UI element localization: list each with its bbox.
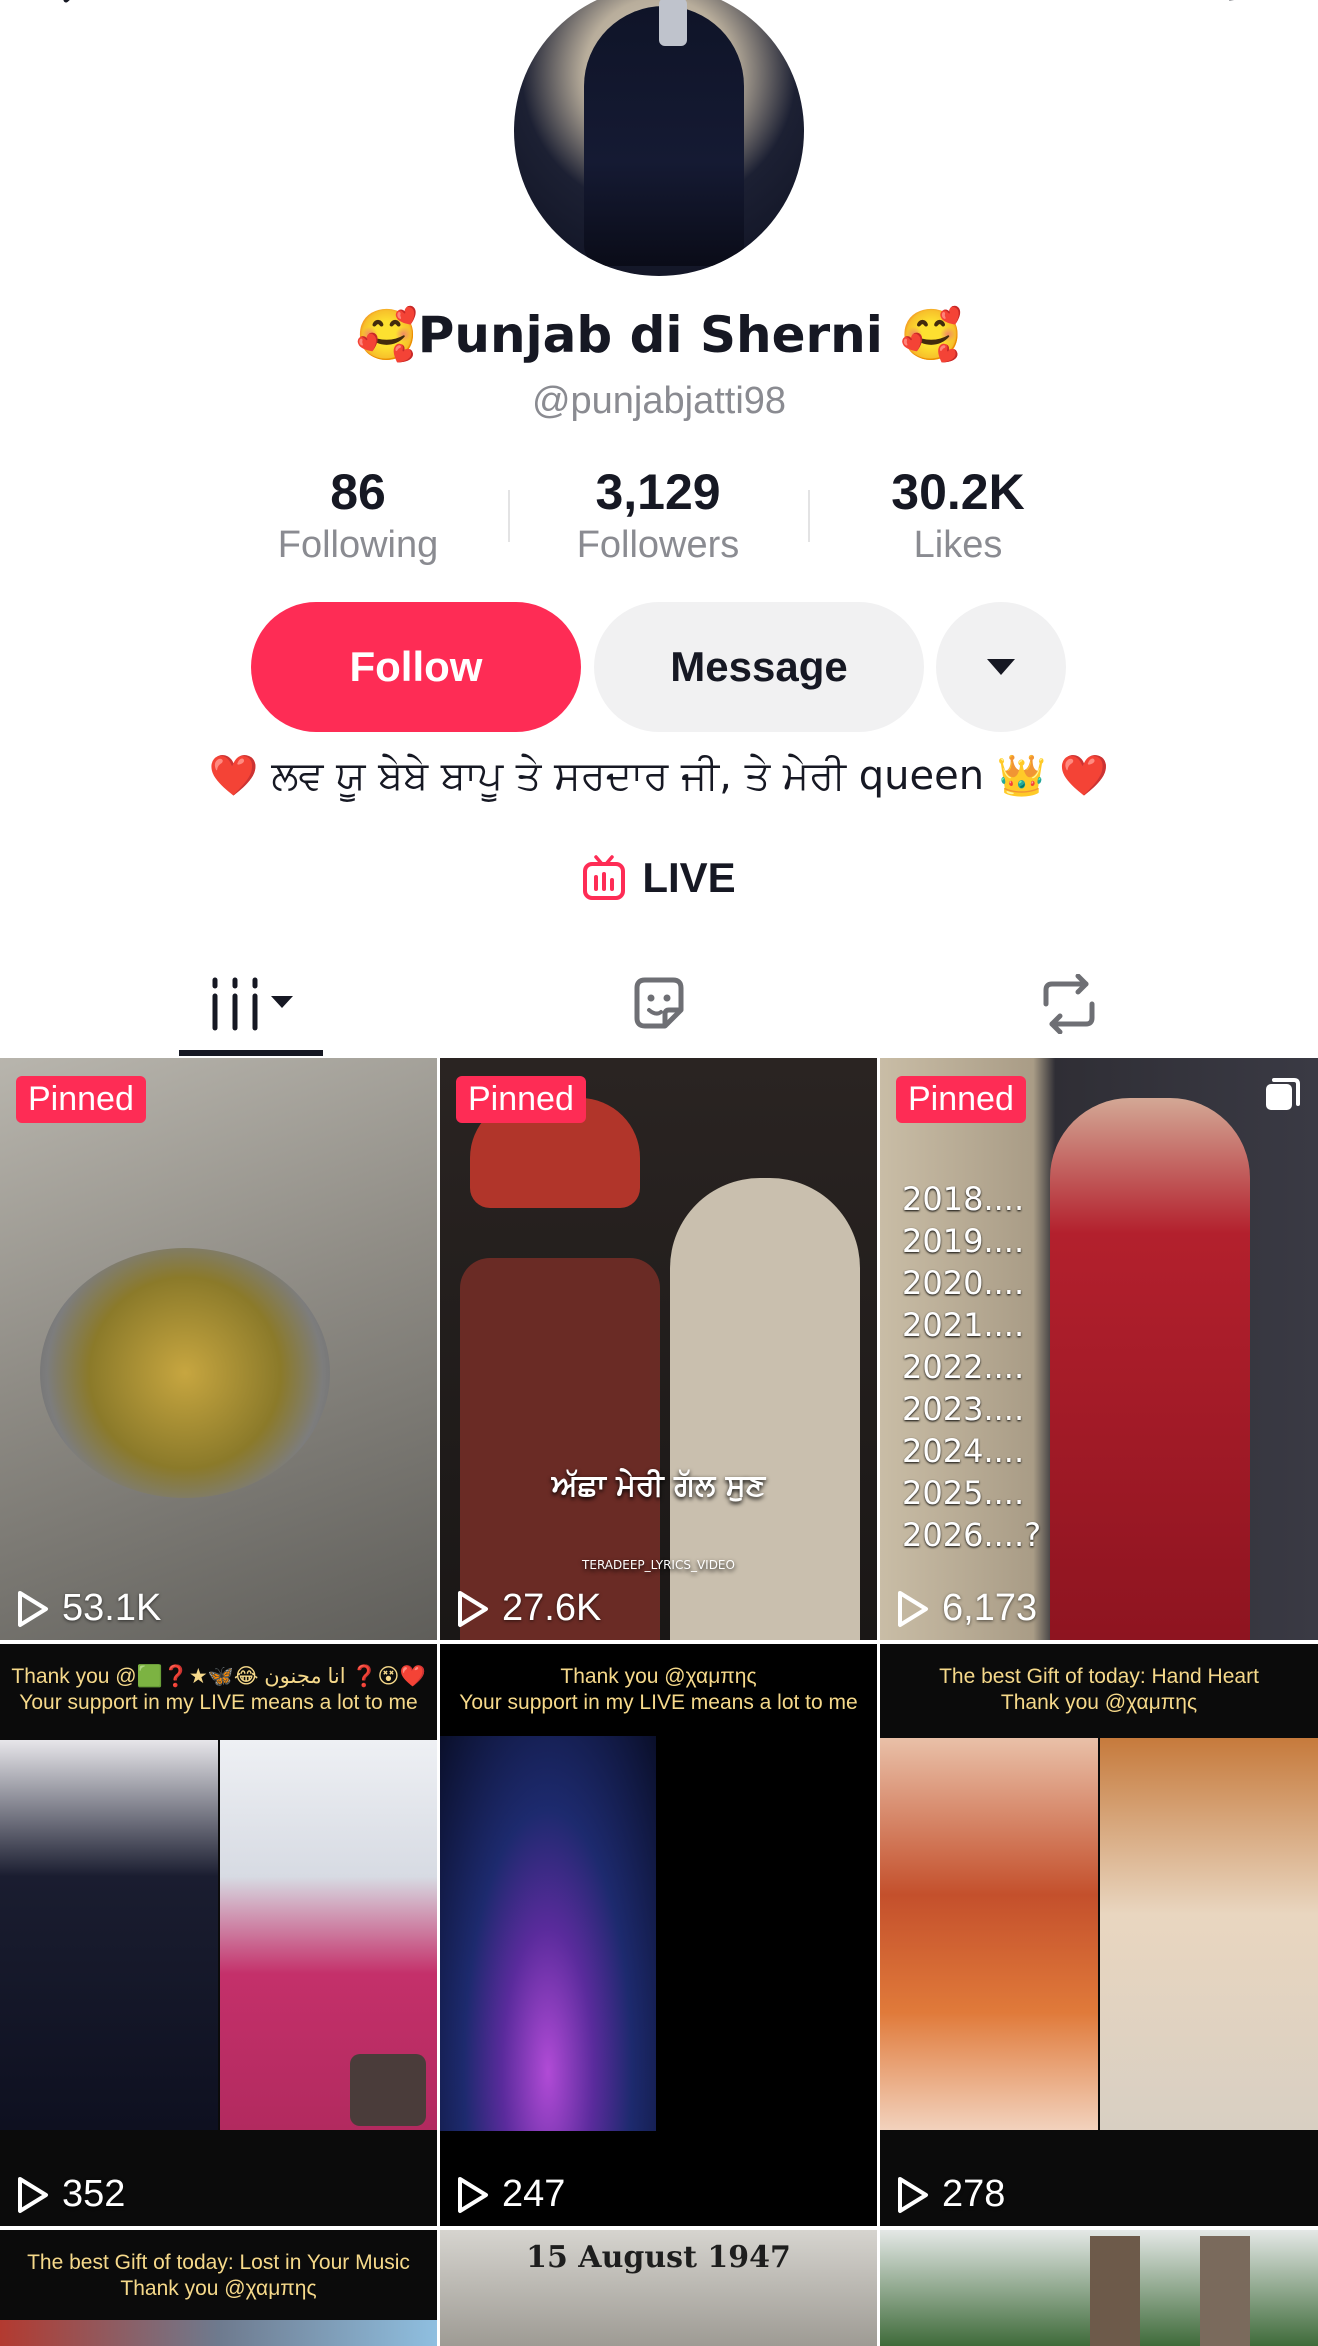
tab-videos[interactable] — [179, 950, 323, 1058]
video-caption: Thank you @χαμπης — [560, 1665, 757, 1688]
pinned-badge: Pinned — [896, 1076, 1026, 1123]
play-count: 27.6K — [456, 1587, 601, 1630]
share-arrow-icon[interactable] — [1205, 0, 1265, 22]
video-tile[interactable]: Thank you @χαμπης Your support in my LIV… — [440, 1644, 877, 2226]
stat-likes[interactable]: 30.2K Likes — [838, 462, 1078, 568]
bell-icon[interactable] — [1090, 0, 1150, 22]
likes-count: 30.2K — [891, 464, 1025, 520]
video-caption: Thank you @χαμπης — [1000, 1691, 1198, 1714]
live-label: LIVE — [642, 854, 736, 901]
video-tile[interactable]: The best Gift of today: Lost in Your Mus… — [0, 2230, 437, 2346]
username: @punjabjatti98 — [531, 380, 787, 422]
play-icon — [898, 1590, 928, 1627]
video-thumbnail — [460, 1258, 660, 1640]
more-options-button[interactable] — [936, 602, 1066, 732]
play-count-value: 53.1K — [62, 1587, 162, 1629]
video-overlay-text: ਅੱਛਾ ਮੇਰੀ ਗੱਲ ਸੁਣ — [551, 1468, 766, 1503]
play-icon — [18, 1590, 48, 1627]
play-count: 278 — [896, 2173, 1005, 2216]
video-tile[interactable]: Thank you @🟩❓★🦋😂 انا مجنون ❓😵❤️ Your sup… — [0, 1644, 437, 2226]
video-overlay-text: 15 August 1947 — [526, 2240, 791, 2275]
play-count-value: 6,173 — [942, 1587, 1038, 1629]
play-icon — [18, 2176, 48, 2213]
play-icon — [898, 2176, 928, 2213]
video-caption: Your support in my LIVE means a lot to m… — [19, 1691, 418, 1714]
play-count-value: 352 — [62, 2173, 126, 2215]
play-count-value: 278 — [942, 2173, 1006, 2215]
video-thumbnail — [0, 1740, 218, 2130]
year-line: 2024.... — [902, 1432, 1025, 1470]
video-tile[interactable]: 15 August 1947 — [440, 2230, 877, 2346]
year-line: 2021.... — [902, 1306, 1025, 1344]
play-count: 53.1K — [16, 1587, 161, 1630]
caret-down-icon — [987, 659, 1015, 675]
live-link[interactable]: LIVE — [0, 848, 1318, 908]
video-credit: TERADEEP_LYRICS_VIDEO — [582, 1558, 735, 1572]
video-tile[interactable]: The best Gift of today: Hand Heart Thank… — [880, 1644, 1318, 2226]
stat-divider — [508, 490, 510, 542]
play-icon — [458, 2176, 488, 2213]
year-line: 2026....? — [902, 1516, 1042, 1554]
video-thumbnail — [1100, 1738, 1318, 2130]
video-caption: Your support in my LIVE means a lot to m… — [459, 1691, 858, 1714]
pinned-badge: Pinned — [16, 1076, 146, 1123]
video-thumbnail — [880, 1738, 1098, 2130]
profile-stats: 86 Following 3,129 Followers 30.2K Likes — [0, 462, 1318, 572]
video-thumbnail — [1200, 2236, 1250, 2346]
year-line: 2022.... — [902, 1348, 1025, 1386]
display-name: 🥰Punjab di Sherni 🥰 — [355, 306, 963, 364]
stat-following[interactable]: 86 Following — [238, 462, 478, 568]
video-caption: Thank you @χαμπης — [120, 2277, 317, 2300]
video-caption: Thank you @🟩❓★🦋😂 انا مجنون ❓😵❤️ — [11, 1665, 426, 1688]
video-thumbnail — [0, 2320, 437, 2346]
play-count-value: 247 — [502, 2173, 566, 2215]
video-caption: The best Gift of today: Hand Heart — [939, 1665, 1259, 1688]
video-thumbnail — [440, 1736, 656, 2131]
years-list: 2018.... 2019.... 2020.... 2021.... 2022… — [902, 1178, 1041, 1556]
year-line: 2020.... — [902, 1264, 1025, 1302]
video-thumbnail — [1090, 2236, 1140, 2346]
year-line: 2019.... — [902, 1222, 1025, 1260]
video-thumbnail — [40, 1248, 330, 1498]
content-tabs — [0, 950, 1318, 1058]
year-line: 2025.... — [902, 1474, 1025, 1512]
video-grid: Pinned 53.1K ਅੱਛਾ ਮੇਰੀ ਗੱਲ ਸੁਣ TERADEEP_… — [0, 1058, 1318, 2346]
followers-label: Followers — [576, 524, 740, 566]
play-count: 6,173 — [896, 1587, 1037, 1630]
video-caption: The best Gift of today: Lost in Your Mus… — [27, 2251, 410, 2274]
play-count: 247 — [456, 2173, 565, 2216]
videos-grid-icon — [212, 977, 293, 1031]
sticker-icon — [634, 977, 684, 1029]
followers-count: 3,129 — [595, 464, 721, 520]
play-count-value: 27.6K — [502, 1587, 602, 1629]
message-button[interactable]: Message — [594, 602, 924, 732]
bio: ❤️ ਲਵ ਯੂ ਬੇਬੇ ਬਾਪੂ ਤੇ ਸਰਦਾਰ ਜੀ, ਤੇ ਮੇਰੀ … — [208, 753, 1110, 799]
follow-button[interactable]: Follow — [251, 602, 581, 732]
avatar[interactable] — [514, 0, 804, 276]
photo-carousel-icon — [1266, 1078, 1300, 1110]
video-tile[interactable]: Pinned 53.1K — [0, 1058, 437, 1640]
tab-stickers[interactable] — [600, 950, 718, 1058]
following-count: 86 — [330, 464, 386, 520]
chevron-left-icon[interactable] — [56, 0, 96, 20]
tab-reposts[interactable] — [1010, 950, 1128, 1058]
guest-thumbnail — [350, 2054, 426, 2126]
video-tile[interactable]: 2018.... 2019.... 2020.... 2021.... 2022… — [880, 1058, 1318, 1640]
video-tile[interactable] — [880, 2230, 1318, 2346]
pinned-badge: Pinned — [456, 1076, 586, 1123]
stat-followers[interactable]: 3,129 Followers — [538, 462, 778, 568]
play-icon — [458, 1590, 488, 1627]
play-count: 352 — [16, 2173, 125, 2216]
video-tile[interactable]: ਅੱਛਾ ਮੇਰੀ ਗੱਲ ਸੁਣ TERADEEP_LYRICS_VIDEO … — [440, 1058, 877, 1640]
repost-icon — [1043, 974, 1095, 1034]
following-label: Following — [277, 524, 439, 566]
video-thumbnail — [1050, 1098, 1250, 1640]
likes-label: Likes — [913, 524, 1003, 566]
stat-divider — [808, 490, 810, 542]
year-line: 2023.... — [902, 1390, 1025, 1428]
avatar-phone — [659, 0, 687, 46]
selected-tab-indicator — [179, 1050, 323, 1056]
year-line: 2018.... — [902, 1180, 1025, 1218]
live-tv-icon — [583, 855, 626, 900]
